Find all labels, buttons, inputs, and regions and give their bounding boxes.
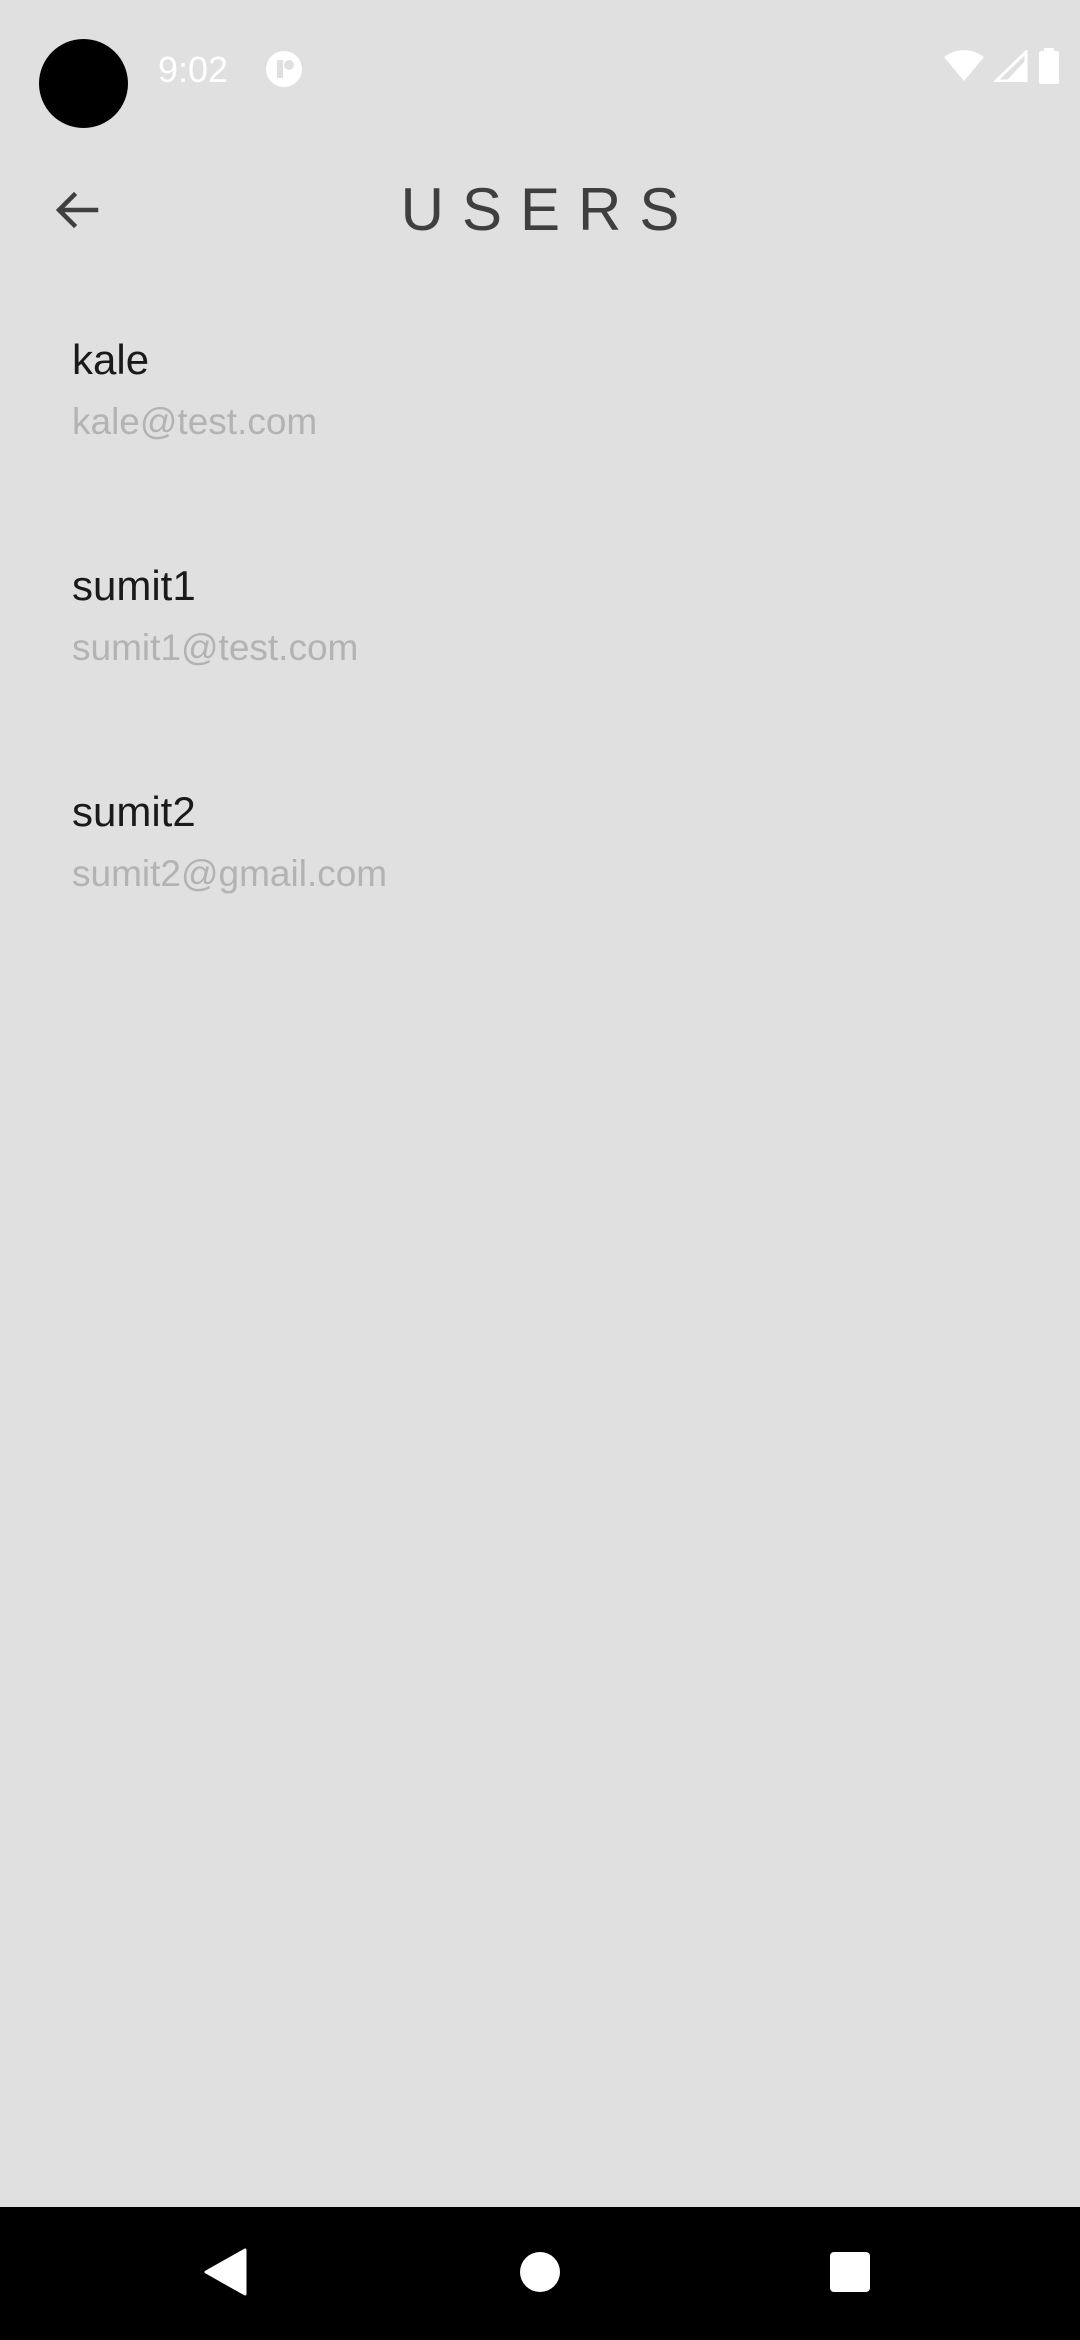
cellular-signal-icon (992, 48, 1028, 87)
app-notification-icon (265, 50, 303, 88)
wifi-icon (944, 50, 984, 87)
user-name: kale (72, 336, 150, 383)
list-item[interactable]: sumit2 sumit2@gmail.com (0, 762, 1080, 988)
nav-back-button[interactable] (192, 2241, 258, 2307)
status-bar: 9:02 (0, 0, 1080, 130)
battery-icon (1038, 48, 1060, 89)
user-name: sumit1 (72, 562, 196, 609)
status-time: 9:02 (158, 49, 229, 90)
page-title: USERS (400, 176, 698, 243)
list-item[interactable]: sumit1 sumit1@test.com (0, 536, 1080, 762)
nav-home-button[interactable] (507, 2241, 573, 2307)
camera-cutout (39, 39, 128, 128)
navigation-bar (0, 2207, 1080, 2340)
recents-square-icon (829, 2251, 871, 2298)
list-item[interactable]: kale kale@test.com (0, 310, 1080, 536)
user-email: sumit1@test.com (72, 627, 359, 668)
nav-recents-button[interactable] (817, 2241, 883, 2307)
back-triangle-icon (203, 2248, 247, 2301)
status-icons (944, 48, 1060, 89)
user-email: sumit2@gmail.com (72, 853, 388, 894)
user-list: kale kale@test.com sumit1 sumit1@test.co… (0, 310, 1080, 988)
home-circle-icon (519, 2251, 561, 2298)
top-app-bar: USERS (0, 160, 1080, 264)
user-email: kale@test.com (72, 401, 318, 442)
user-name: sumit2 (72, 788, 196, 835)
